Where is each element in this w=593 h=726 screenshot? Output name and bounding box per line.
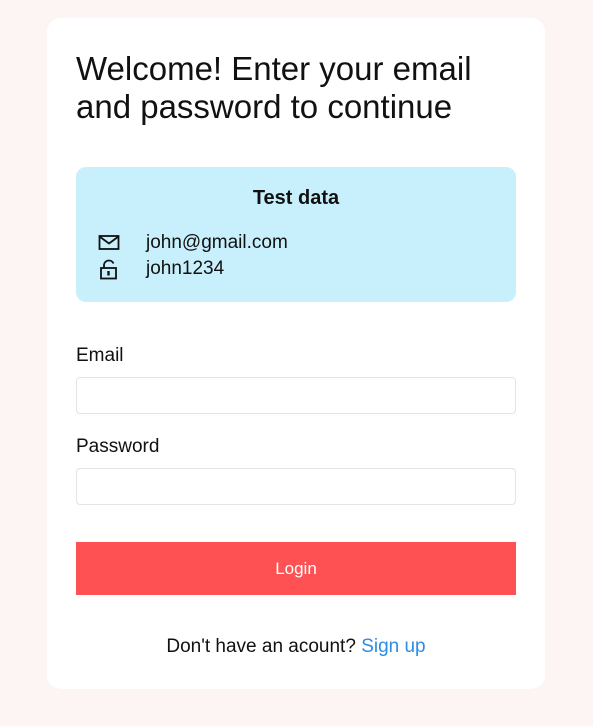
signup-prompt: Don't have an acount? Sign up <box>47 636 545 658</box>
test-data-heading: Test data <box>252 187 340 209</box>
test-data-panel: Test data john@gmail.com john1234 <box>76 167 516 302</box>
page-title: Welcome! Enter your email and password t… <box>76 50 472 125</box>
test-email-row: john@gmail.com <box>98 231 288 255</box>
test-password-value: john1234 <box>146 258 225 279</box>
mail-icon <box>98 232 120 254</box>
lock-icon <box>98 258 120 280</box>
password-label: Password <box>76 436 160 457</box>
test-email-value: john@gmail.com <box>146 232 288 253</box>
signup-prompt-text: Don't have an acount? <box>166 636 356 657</box>
login-button[interactable]: Login <box>76 542 516 595</box>
login-card: Welcome! Enter your email and password t… <box>47 18 545 689</box>
password-field[interactable] <box>76 468 516 505</box>
signup-link[interactable]: Sign up <box>361 636 425 657</box>
email-label: Email <box>76 345 124 366</box>
test-password-row: john1234 <box>98 257 224 281</box>
email-field[interactable] <box>76 377 516 414</box>
